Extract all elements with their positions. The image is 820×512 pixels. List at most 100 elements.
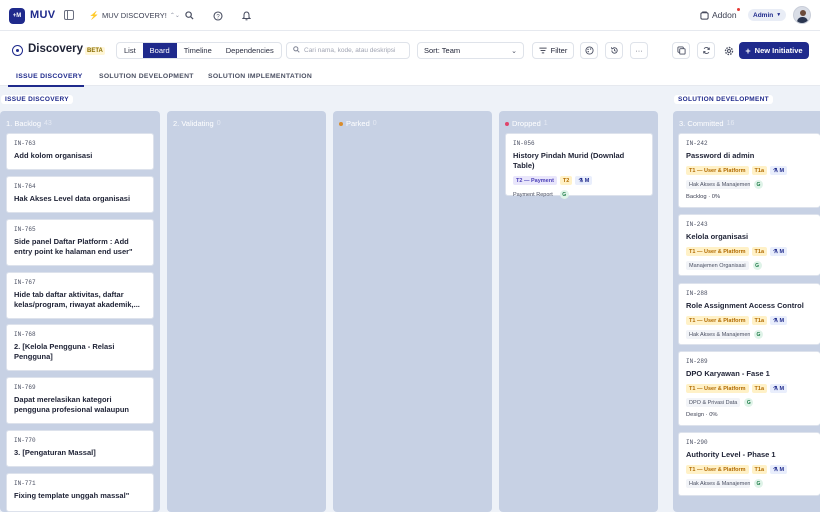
team-tag: T2 — Payment — [513, 176, 557, 185]
column-title: 2. Validating — [173, 119, 214, 128]
initiative-card[interactable]: IN-769 Dapat merelasikan kategori penggu… — [6, 377, 154, 424]
team-tag: T1 — User & Platform — [686, 384, 749, 393]
progress-status: Backlog · 0% — [686, 194, 721, 200]
logo-icon[interactable]: +M — [9, 8, 25, 24]
more-button[interactable]: ··· — [630, 42, 648, 59]
workspace-switcher[interactable]: ⚡ MUV DISCOVERY! ⌃⌄ — [89, 11, 180, 20]
card-title: Dapat merelasikan kategori pengguna prof… — [14, 395, 130, 414]
palette-icon — [584, 46, 594, 55]
initiative-card[interactable]: IN-763 Add kolom organisasi — [6, 133, 154, 170]
card-id: IN-768 — [14, 331, 36, 338]
search-icon[interactable] — [184, 10, 195, 21]
column-validating: 2. Validating 0 — [167, 111, 326, 512]
filter-button[interactable]: Filter — [532, 42, 574, 59]
new-initiative-label: New Initiative — [754, 46, 803, 55]
role-selector[interactable]: Admin ▼ — [748, 9, 787, 21]
owner-avatar: G — [754, 479, 763, 488]
initiative-card[interactable]: IN-289 DPO Karyawan - Fase 1 T1 — User &… — [678, 351, 820, 426]
logo-text[interactable]: MUV — [30, 9, 55, 21]
card-title: 3. [Pengaturan Massal] — [14, 448, 96, 457]
search-icon — [293, 46, 300, 55]
initiative-card[interactable]: IN-770 3. [Pengaturan Massal] — [6, 430, 154, 467]
view-board[interactable]: Board — [142, 43, 177, 58]
history-icon — [610, 47, 618, 54]
view-dependencies[interactable]: Dependencies — [219, 43, 281, 58]
avatar[interactable] — [793, 6, 811, 24]
card-title: DPO Karyawan - Fase 1 — [686, 369, 770, 378]
team-tag: T1 — User & Platform — [686, 166, 749, 175]
sync-button[interactable] — [697, 42, 715, 59]
column-header: 3. Committed 16 — [679, 119, 734, 128]
flask-icon: ⚗ — [773, 317, 778, 324]
team-tag: T1 — User & Platform — [686, 316, 749, 325]
column-count: 43 — [44, 120, 52, 127]
chevron-down-icon: ⌄ — [511, 47, 517, 55]
more-icon: ··· — [635, 46, 643, 55]
view-list[interactable]: List — [117, 43, 143, 58]
initiative-card[interactable]: IN-243 Kelola organisasi T1 — User & Pla… — [678, 214, 820, 276]
view-switcher: List Board Timeline Dependencies — [116, 42, 282, 59]
tab-issue-discovery[interactable]: ISSUE DISCOVERY — [16, 73, 83, 80]
bell-icon[interactable] — [241, 10, 252, 21]
card-id: IN-763 — [14, 140, 36, 147]
search-box — [286, 42, 410, 59]
module-tag: Manajemen Organisasi — [686, 261, 749, 270]
bolt-icon: ⚡ — [89, 11, 99, 20]
settings-button[interactable] — [720, 42, 738, 59]
size-tag: ⚗ M — [770, 247, 788, 256]
initiative-card[interactable]: IN-242 Password di admin T1 — User & Pla… — [678, 133, 820, 208]
chevron-updown-icon: ⌃⌄ — [169, 13, 180, 19]
initiative-card[interactable]: IN-056 History Pindah Murid (Downlad Tab… — [505, 133, 653, 199]
card-title: Side panel Daftar Platform : Add entry p… — [14, 237, 133, 256]
view-timeline[interactable]: Timeline — [177, 43, 219, 58]
beta-badge: BETA — [85, 47, 105, 55]
card-id: IN-243 — [686, 221, 708, 228]
plus-icon: + — [745, 45, 751, 56]
initiative-card[interactable]: IN-768 2. [Kelola Pengguna - Relasi Peng… — [6, 324, 154, 371]
addon-icon — [700, 10, 709, 20]
team-code-tag: T1a — [751, 316, 768, 325]
module-tag: Hak Akses & Manajemen — [686, 180, 750, 189]
owner-avatar: G — [754, 180, 763, 189]
team-code-tag: T1a — [751, 247, 768, 256]
column-header: 1. Backlog 43 — [6, 119, 52, 128]
size-tag: ⚗ M — [770, 465, 788, 474]
column-header: Parked 0 — [339, 119, 377, 128]
stage-tabs: ISSUE DISCOVERY SOLUTION DEVELOPMENT SOL… — [0, 69, 820, 86]
copy-button[interactable] — [672, 42, 690, 59]
new-initiative-button[interactable]: + New Initiative — [739, 42, 809, 59]
addon-button[interactable]: Addon — [700, 8, 740, 20]
initiative-card[interactable]: IN-764 Hak Akses Level data organisasi — [6, 176, 154, 213]
palette-button[interactable] — [580, 42, 598, 59]
initiative-card[interactable]: IN-288 Role Assignment Access Control T1… — [678, 283, 820, 345]
team-code-tag: T1a — [751, 166, 768, 175]
active-tab-indicator — [8, 85, 84, 87]
initiative-card[interactable]: IN-765 Side panel Daftar Platform : Add … — [6, 219, 154, 266]
filter-label: Filter — [550, 46, 568, 55]
team-code-tag: T1a — [751, 465, 768, 474]
tab-solution-implementation[interactable]: SOLUTION IMPLEMENTATION — [208, 73, 312, 80]
search-input[interactable] — [304, 47, 408, 54]
card-title: Fixing template unggah massal" — [14, 491, 130, 500]
initiative-card[interactable]: IN-771 Fixing template unggah massal" — [6, 473, 154, 512]
initiative-card[interactable]: IN-290 Authority Level - Phase 1 T1 — Us… — [678, 432, 820, 496]
tab-solution-development[interactable]: SOLUTION DEVELOPMENT — [99, 73, 194, 80]
owner-avatar: G — [754, 330, 763, 339]
sort-select[interactable]: Sort: Team ⌄ — [417, 42, 524, 59]
flask-icon: ⚗ — [578, 177, 584, 184]
page-title: Discovery — [28, 43, 83, 55]
sidebar-toggle-icon[interactable] — [64, 10, 74, 20]
filter-icon — [539, 47, 547, 54]
sync-icon — [702, 47, 710, 54]
status-dot — [505, 121, 509, 126]
initiative-card[interactable]: IN-767 Hide tab daftar aktivitas, daftar… — [6, 272, 154, 319]
column-title: Dropped — [512, 119, 541, 128]
card-id: IN-290 — [686, 439, 708, 446]
column-parked: Parked 0 — [333, 111, 492, 512]
card-id: IN-771 — [14, 480, 36, 487]
help-icon[interactable]: ? — [212, 10, 223, 21]
compass-icon — [12, 45, 23, 56]
flask-icon: ⚗ — [773, 248, 778, 255]
history-button[interactable] — [605, 42, 623, 59]
module-tag: Hak Akses & Manajemen — [686, 479, 750, 488]
